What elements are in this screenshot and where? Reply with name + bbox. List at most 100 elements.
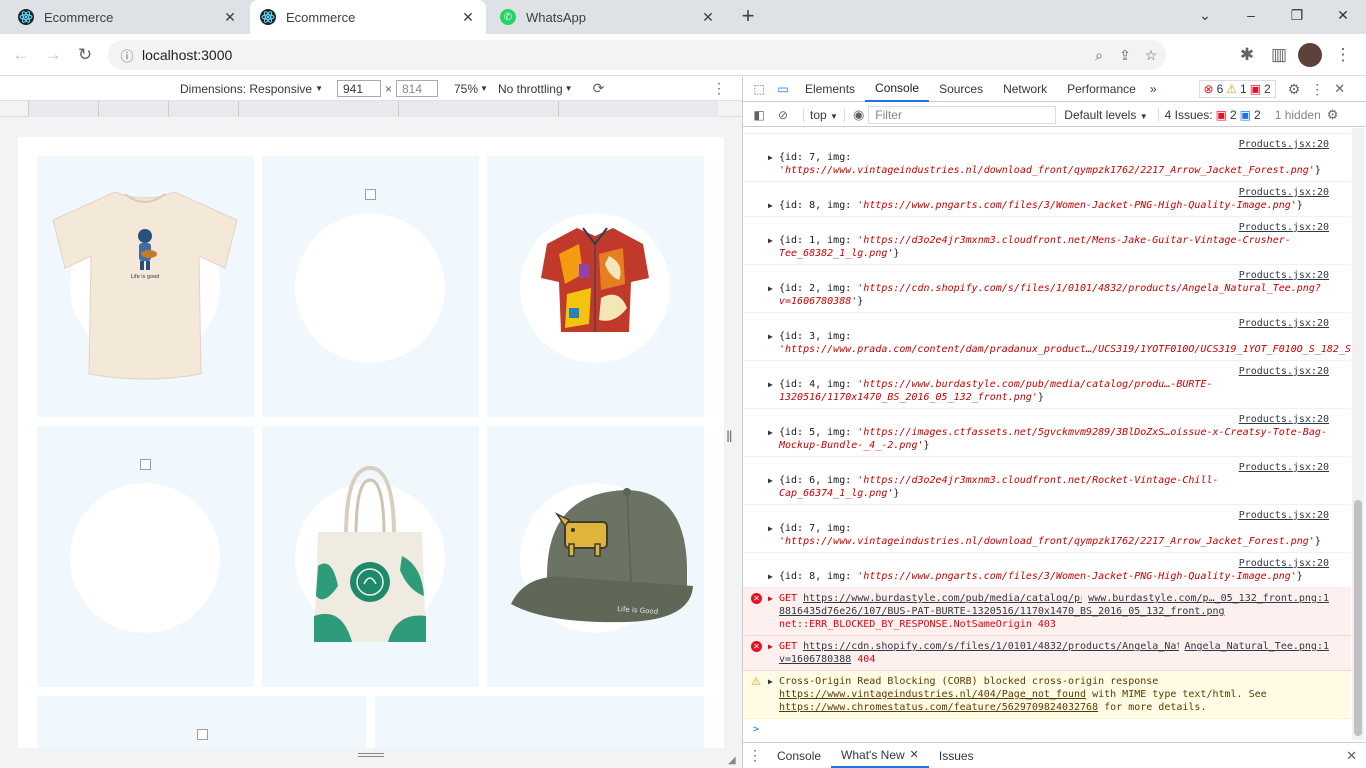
context-select[interactable]: top ▼ <box>803 107 845 122</box>
expand-arrow-icon[interactable]: ▶ <box>768 640 773 653</box>
console-source-link[interactable]: Products.jsx:20 <box>779 317 1329 330</box>
console-scrollbar[interactable] <box>1352 128 1364 740</box>
back-icon[interactable]: ← <box>8 42 34 68</box>
console-source-link[interactable]: Products.jsx:20 <box>779 365 1329 378</box>
console-object[interactable]: {id: 3, img: 'https://www.prada.com/cont… <box>779 331 1351 355</box>
resize-handle-bottom[interactable] <box>358 753 384 757</box>
issue-counters[interactable]: ⊗ 6 ⚠ 1 ▣ 2 <box>1198 80 1276 98</box>
product-card[interactable]: Life is Good <box>487 426 704 687</box>
tab-elements[interactable]: Elements <box>795 77 865 102</box>
throttling-select[interactable]: No throttling <box>498 82 563 96</box>
console-source-link[interactable]: Products.jsx:20 <box>779 269 1329 282</box>
width-input[interactable]: 941 <box>336 80 381 97</box>
expand-arrow-icon[interactable]: ▶ <box>768 199 773 212</box>
avatar[interactable] <box>1298 43 1322 67</box>
scrollbar-thumb[interactable] <box>1354 500 1362 736</box>
tab-ecommerce-1[interactable]: Ecommerce ✕ <box>8 0 248 34</box>
expand-arrow-icon[interactable]: ▶ <box>768 151 773 164</box>
expand-arrow-icon[interactable]: ▶ <box>768 592 773 605</box>
tab-whatsapp[interactable]: ✆ WhatsApp ✕ <box>490 0 726 34</box>
site-info-icon[interactable]: ⓘ <box>112 46 142 65</box>
expand-arrow-icon[interactable]: ▶ <box>768 426 773 439</box>
resize-handle-right[interactable]: ‖ <box>726 429 738 455</box>
product-card[interactable] <box>262 156 479 417</box>
console-source-link[interactable]: Angela_Natural_Tee.png:1 <box>1178 640 1329 653</box>
expand-arrow-icon[interactable]: ▶ <box>768 675 773 688</box>
console-source-link[interactable]: Products.jsx:20 <box>779 138 1329 151</box>
console-object[interactable]: {id: 7, img: 'https://www.vintageindustr… <box>779 152 1321 176</box>
console-object[interactable]: {id: 2, img: 'https://cdn.shopify.com/s/… <box>779 283 1321 307</box>
console-source-link[interactable]: Products.jsx:20 <box>779 221 1329 234</box>
height-input[interactable]: 814 <box>396 80 438 97</box>
device-toggle-icon[interactable]: ▭ <box>771 82 795 96</box>
product-card[interactable]: Life is good <box>37 156 254 417</box>
tab-console[interactable]: Console <box>865 77 930 102</box>
menu-kebab-icon[interactable]: ⋮ <box>1330 42 1356 68</box>
forward-icon[interactable]: → <box>40 42 66 68</box>
close-window-button[interactable]: ✕ <box>1320 0 1366 30</box>
console-source-link[interactable]: Products.jsx:20 <box>779 509 1329 522</box>
console-object[interactable]: {id: 1, img: 'https://d3o2e4jr3mxnm3.clo… <box>779 235 1291 259</box>
console-object[interactable]: {id: 7, img: 'https://www.vintageindustr… <box>779 523 1321 547</box>
warning-link[interactable]: https://www.chromestatus.com/feature/562… <box>779 702 1098 713</box>
tab-network[interactable]: Network <box>993 77 1057 102</box>
reload-icon[interactable]: ↻ <box>72 42 98 68</box>
settings-gear-icon[interactable]: ⚙ <box>1288 81 1301 98</box>
expand-arrow-icon[interactable]: ▶ <box>768 282 773 295</box>
rotate-icon[interactable]: ⟳ <box>593 80 605 97</box>
product-card[interactable] <box>37 696 366 748</box>
tab-ecommerce-2[interactable]: Ecommerce ✕ <box>250 0 486 34</box>
filter-input[interactable]: Filter <box>868 105 1057 124</box>
expand-arrow-icon[interactable]: ▶ <box>768 378 773 391</box>
restore-button[interactable]: ❐ <box>1274 0 1320 30</box>
inspect-icon[interactable]: ⬚ <box>747 82 771 96</box>
tab-search-button[interactable]: ⌄ <box>1182 0 1228 30</box>
issues-button[interactable]: 4 Issues: ▣ 2 ▣ 2 <box>1157 107 1261 122</box>
product-card[interactable] <box>375 696 704 748</box>
drawer-tab-console[interactable]: Console <box>767 743 831 768</box>
close-devtools-icon[interactable]: ✕ <box>1334 81 1345 97</box>
zoom-icon[interactable]: ⌕ <box>1088 44 1110 66</box>
sidebar-toggle-icon[interactable]: ◧ <box>747 108 771 122</box>
expand-arrow-icon[interactable]: ▶ <box>768 234 773 247</box>
share-icon[interactable]: ⇪ <box>1114 44 1136 66</box>
console-object[interactable]: {id: 8, img: 'https://www.pngarts.com/fi… <box>779 571 1303 582</box>
close-tab-icon[interactable]: ✕ <box>700 9 716 25</box>
close-tab-icon[interactable]: ✕ <box>222 9 238 25</box>
console-object[interactable]: {id: 6, img: 'https://d3o2e4jr3mxnm3.clo… <box>779 475 1219 499</box>
drawer-tab-whats-new[interactable]: What's New ✕ <box>831 743 929 768</box>
address-bar[interactable]: ⓘ localhost:3000 ⌕ ⇪ ☆ <box>108 40 1166 70</box>
console-source-link[interactable]: www.burdastyle.com/p…_05_132_front.png:1 <box>1082 592 1329 605</box>
drawer-tab-issues[interactable]: Issues <box>929 743 984 768</box>
dimensions-select[interactable]: Dimensions: Responsive <box>180 82 312 96</box>
expand-arrow-icon[interactable]: ▶ <box>768 474 773 487</box>
extensions-icon[interactable]: ✱ <box>1234 42 1260 68</box>
console-settings-icon[interactable]: ⚙ <box>1327 107 1339 123</box>
bookmark-star-icon[interactable]: ☆ <box>1140 44 1162 66</box>
log-levels-select[interactable]: Default levels ▼ <box>1064 108 1147 122</box>
live-expression-eye-icon[interactable]: ◉ <box>853 107 864 123</box>
product-card[interactable] <box>262 426 479 687</box>
expand-arrow-icon[interactable]: ▶ <box>768 330 773 343</box>
side-panel-icon[interactable]: ▥ <box>1266 42 1292 68</box>
warning-url[interactable]: https://www.vintageindustries.nl/404/Pag… <box>779 689 1086 700</box>
product-card[interactable] <box>487 156 704 417</box>
minimize-button[interactable]: – <box>1228 0 1274 30</box>
resize-handle-corner[interactable]: ◢ <box>728 755 736 766</box>
console-prompt[interactable]: > <box>743 719 1351 740</box>
console-object[interactable]: {id: 8, img: 'https://www.pngarts.com/fi… <box>779 200 1303 211</box>
console-source-link[interactable]: Products.jsx:20 <box>779 186 1329 199</box>
zoom-select[interactable]: 75% <box>454 82 478 96</box>
console-source-link[interactable]: Products.jsx:20 <box>779 461 1329 474</box>
devtools-menu-icon[interactable]: ⋮ <box>1310 81 1324 98</box>
console-source-link[interactable]: Products.jsx:20 <box>779 413 1329 426</box>
new-tab-button[interactable]: + <box>736 4 760 28</box>
tab-performance[interactable]: Performance <box>1057 77 1146 102</box>
expand-arrow-icon[interactable]: ▶ <box>768 522 773 535</box>
clear-console-icon[interactable]: ⊘ <box>771 108 795 122</box>
close-tab-icon[interactable]: ✕ <box>460 9 476 25</box>
device-menu-icon[interactable]: ⋮ <box>712 80 726 97</box>
product-card[interactable] <box>37 426 254 687</box>
more-tabs-icon[interactable]: » <box>1146 82 1161 96</box>
console-source-link[interactable]: Products.jsx:20 <box>779 557 1329 570</box>
